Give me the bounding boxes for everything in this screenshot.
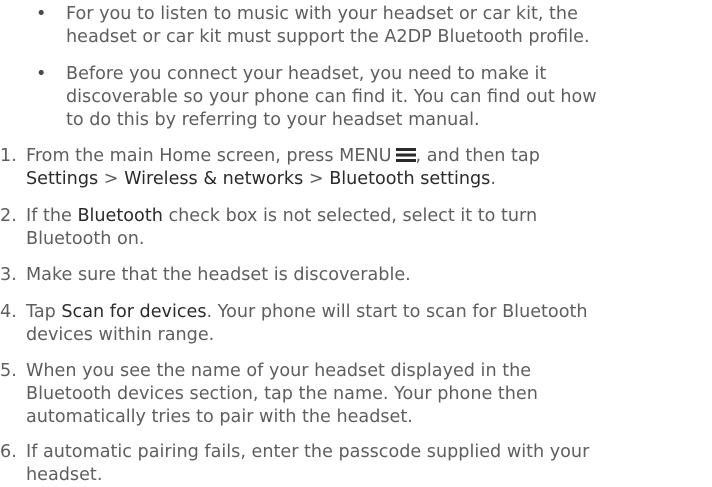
bullet-line: to do this by referring to your headset … <box>66 110 480 130</box>
bullet-line: For you to listen to music with your hea… <box>66 4 578 24</box>
step-line: From the main Home screen, press MENU , a… <box>26 145 712 168</box>
bluetooth-checkbox-label: Bluetooth <box>77 206 163 226</box>
step-text-segment: , and then tap <box>415 146 540 166</box>
step-text: Make sure that the headset is discoverab… <box>26 264 712 287</box>
menu-icon <box>395 148 416 162</box>
bullet-marker: • <box>36 4 47 24</box>
step-number: 5. <box>0 361 17 381</box>
step-line: devices within range. <box>26 325 215 345</box>
bullet-text: Before you connect your headset, you nee… <box>66 63 712 132</box>
step-text-segment: If the <box>26 206 78 226</box>
step-number: 6. <box>0 442 17 462</box>
bullet-marker: • <box>36 64 47 84</box>
bullet-line: Before you connect your headset, you nee… <box>66 64 547 84</box>
step-text: If the Bluetooth check box is not select… <box>26 205 712 251</box>
step-number: 1. <box>0 146 17 166</box>
step-line: When you see the name of your headset di… <box>26 361 532 381</box>
settings-link: Settings <box>26 169 99 189</box>
step-number: 4. <box>0 302 17 322</box>
bullet-line: headset or car kit must support the A2DP… <box>66 27 590 47</box>
wireless-networks-link: Wireless & networks <box>124 169 304 189</box>
step-text-segment: Tap <box>26 302 62 322</box>
step-line: Bluetooth devices section, tap the name.… <box>26 384 538 404</box>
scan-for-devices-label: Scan for devices <box>61 302 207 322</box>
step-line: Settings > Wireless & networks > Bluetoo… <box>26 168 712 191</box>
bullet-line: discoverable so your phone can find it. … <box>66 87 597 107</box>
step-number: 2. <box>0 206 17 226</box>
step-line: Tap Scan for devices. Your phone will st… <box>26 301 712 324</box>
document-page: • For you to listen to music with your h… <box>0 0 712 487</box>
step-line: If automatic pairing fails, enter the pa… <box>26 442 590 462</box>
step-text-segment: From the main Home screen, press MENU <box>26 146 392 166</box>
step-line: Bluetooth on. <box>26 229 145 249</box>
step-text-segment: . Your phone will start to scan for Blue… <box>206 302 588 322</box>
step-text: Tap Scan for devices. Your phone will st… <box>26 301 712 347</box>
step-line: If the Bluetooth check box is not select… <box>26 205 712 228</box>
step-line: automatically tries to pair with the hea… <box>26 407 413 427</box>
step-text: If automatic pairing fails, enter the pa… <box>26 441 712 487</box>
step-text-segment: . <box>490 169 496 189</box>
step-text-segment: > <box>98 169 125 189</box>
step-number: 3. <box>0 265 17 285</box>
step-text: From the main Home screen, press MENU , a… <box>26 145 712 191</box>
step-text: When you see the name of your headset di… <box>26 360 712 429</box>
step-line: headset. <box>26 465 103 485</box>
step-text-segment: check box is not selected, select it to … <box>162 206 538 226</box>
step-text-segment: > <box>303 169 330 189</box>
bullet-text: For you to listen to music with your hea… <box>66 3 712 49</box>
step-line: Make sure that the headset is discoverab… <box>26 265 411 285</box>
bluetooth-settings-link: Bluetooth settings <box>329 169 491 189</box>
